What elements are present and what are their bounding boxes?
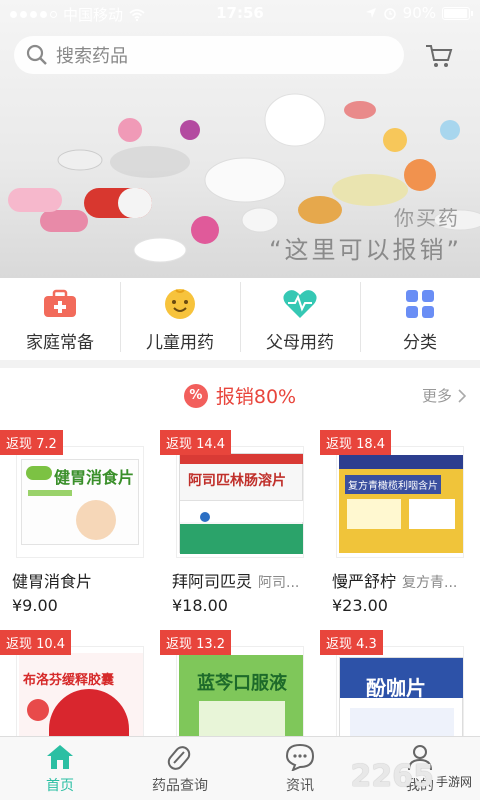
- watermark-number: 2265: [350, 759, 434, 794]
- cashback-badge: 返现 10.4: [0, 630, 72, 655]
- search-placeholder: 搜索药品: [56, 46, 128, 67]
- more-label: 更多: [421, 387, 452, 405]
- box-label: 复方青橄榄利咽含片: [345, 475, 441, 494]
- battery-icon: [442, 6, 473, 20]
- chat-bubble-icon: [285, 743, 315, 771]
- search-icon: [26, 44, 47, 65]
- product-image: 复方青橄榄利咽含片: [336, 446, 464, 558]
- pill-icon: [167, 745, 191, 770]
- cashback-badge: 返现 13.2: [160, 630, 232, 655]
- category-children[interactable]: 儿童用药: [120, 278, 240, 360]
- watermark-site: 手游网: [435, 775, 472, 789]
- category-label: 父母用药: [266, 332, 334, 353]
- product-card[interactable]: 返现 18.4 复方青橄榄利咽含片 慢严舒柠 复方青... ¥23.00: [320, 424, 480, 624]
- search-bar[interactable]: 搜索药品: [14, 36, 404, 74]
- location-arrow-icon: [365, 8, 376, 18]
- product-card[interactable]: 返现 14.4 阿司匹林肠溶片 拜阿司匹灵 阿司... ¥18.00: [160, 424, 320, 624]
- box-label: 蓝芩口服液: [197, 673, 287, 694]
- tab-label: 资讯: [286, 777, 314, 794]
- alarm-icon: [383, 8, 396, 20]
- heartbeat-icon: [283, 289, 317, 318]
- box-label: 阿司匹林肠溶片: [188, 473, 286, 489]
- chevron-right-icon: [458, 388, 466, 403]
- cashback-badge: 返现 4.3: [320, 630, 383, 655]
- cart-icon[interactable]: [424, 42, 454, 70]
- category-label: 分类: [403, 332, 437, 353]
- product-price: ¥9.00: [12, 596, 58, 615]
- banner-line-2: “这里可以报销”: [269, 236, 462, 264]
- product-image: 健胃消食片: [16, 446, 144, 558]
- cashback-badge: 返现 14.4: [160, 430, 232, 455]
- product-price: ¥23.00: [332, 596, 388, 615]
- product-name: 慢严舒柠 复方青...: [332, 572, 458, 591]
- battery-percent: 90%: [402, 4, 436, 22]
- product-card[interactable]: 返现 7.2 健胃消食片 健胃消食片 ¥9.00: [0, 424, 160, 624]
- tab-home[interactable]: 首页: [0, 737, 120, 800]
- category-row: 家庭常备 儿童用药 父母用药 分类: [0, 278, 480, 360]
- product-price: ¥18.00: [172, 596, 228, 615]
- box-label: 健胃消食片: [54, 468, 135, 487]
- home-icon: [47, 744, 73, 769]
- box-label: 酚咖片: [366, 676, 426, 700]
- cashback-badge: 返现 18.4: [320, 430, 392, 455]
- section-title: 报销80%: [215, 386, 297, 408]
- grid-icon: [406, 289, 434, 318]
- banner-line-1: 你买药: [394, 206, 460, 230]
- product-grid: 返现 7.2 健胃消食片 健胃消食片 ¥9.00 返现 14.4 阿司匹林肠溶片…: [0, 424, 480, 800]
- more-link[interactable]: 更多: [422, 385, 466, 406]
- box-label: 布洛芬缓释胶囊: [23, 673, 115, 688]
- category-label: 家庭常备: [26, 332, 94, 353]
- child-face-icon: [165, 288, 195, 319]
- first-aid-kit-icon: [44, 289, 76, 317]
- tab-label: 药品查询: [152, 777, 208, 794]
- product-image: 阿司匹林肠溶片: [176, 446, 304, 558]
- reimburse-section-header: % 报销80% 更多: [0, 368, 480, 424]
- category-parents[interactable]: 父母用药: [240, 278, 360, 360]
- tab-drug-search[interactable]: 药品查询: [120, 737, 240, 800]
- site-watermark: 2265 手游网: [350, 759, 472, 794]
- category-label: 儿童用药: [146, 332, 214, 353]
- category-all[interactable]: 分类: [360, 278, 480, 360]
- product-name: 健胃消食片: [12, 572, 93, 591]
- category-family[interactable]: 家庭常备: [0, 278, 120, 360]
- tab-news[interactable]: 资讯: [240, 737, 360, 800]
- status-bar: 中国移动 17:56 90%: [0, 0, 480, 28]
- percent-icon: %: [183, 383, 208, 408]
- cashback-badge: 返现 7.2: [0, 430, 63, 455]
- product-name: 拜阿司匹灵 阿司...: [172, 572, 300, 591]
- tab-label: 首页: [46, 777, 74, 794]
